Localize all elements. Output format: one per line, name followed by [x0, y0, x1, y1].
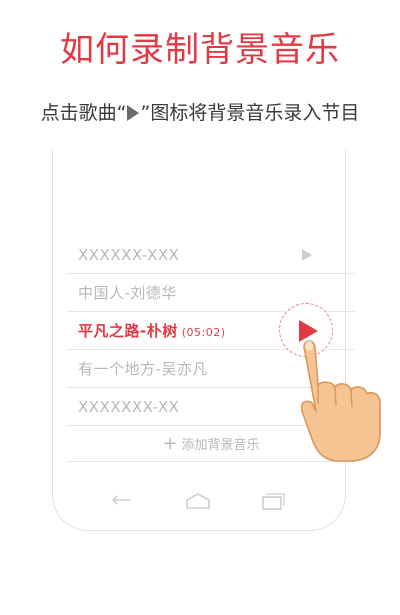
plus-icon: +: [162, 432, 178, 454]
song-title: XXXXXX-XXX: [78, 245, 180, 264]
song-title: XXXXXXX-XX: [78, 397, 180, 416]
song-title: 有一个地方-吴亦凡: [78, 360, 208, 378]
pointing-hand-icon: [300, 340, 381, 462]
recent-apps-icon[interactable]: [257, 492, 287, 512]
song-title: 中国人-刘德华: [78, 284, 177, 302]
instruction-before: 点击歌曲“: [40, 102, 127, 124]
song-row[interactable]: XXXXXX-XXX: [67, 236, 355, 274]
add-music-label: 添加背景音乐: [181, 438, 260, 453]
song-title: 平凡之路-朴树 (05:02): [78, 322, 226, 340]
instruction-after: ”图标将背景音乐录入节目: [140, 102, 360, 124]
navigation-bar: [52, 492, 344, 516]
instruction-text: 点击歌曲“ ”图标将背景音乐录入节目: [0, 98, 400, 125]
page-title: 如何录制背景音乐: [60, 30, 340, 70]
play-icon: [127, 105, 140, 121]
home-icon[interactable]: [183, 492, 213, 512]
song-duration: (05:02): [181, 326, 226, 339]
play-icon[interactable]: [301, 248, 313, 262]
back-icon[interactable]: [107, 492, 137, 512]
